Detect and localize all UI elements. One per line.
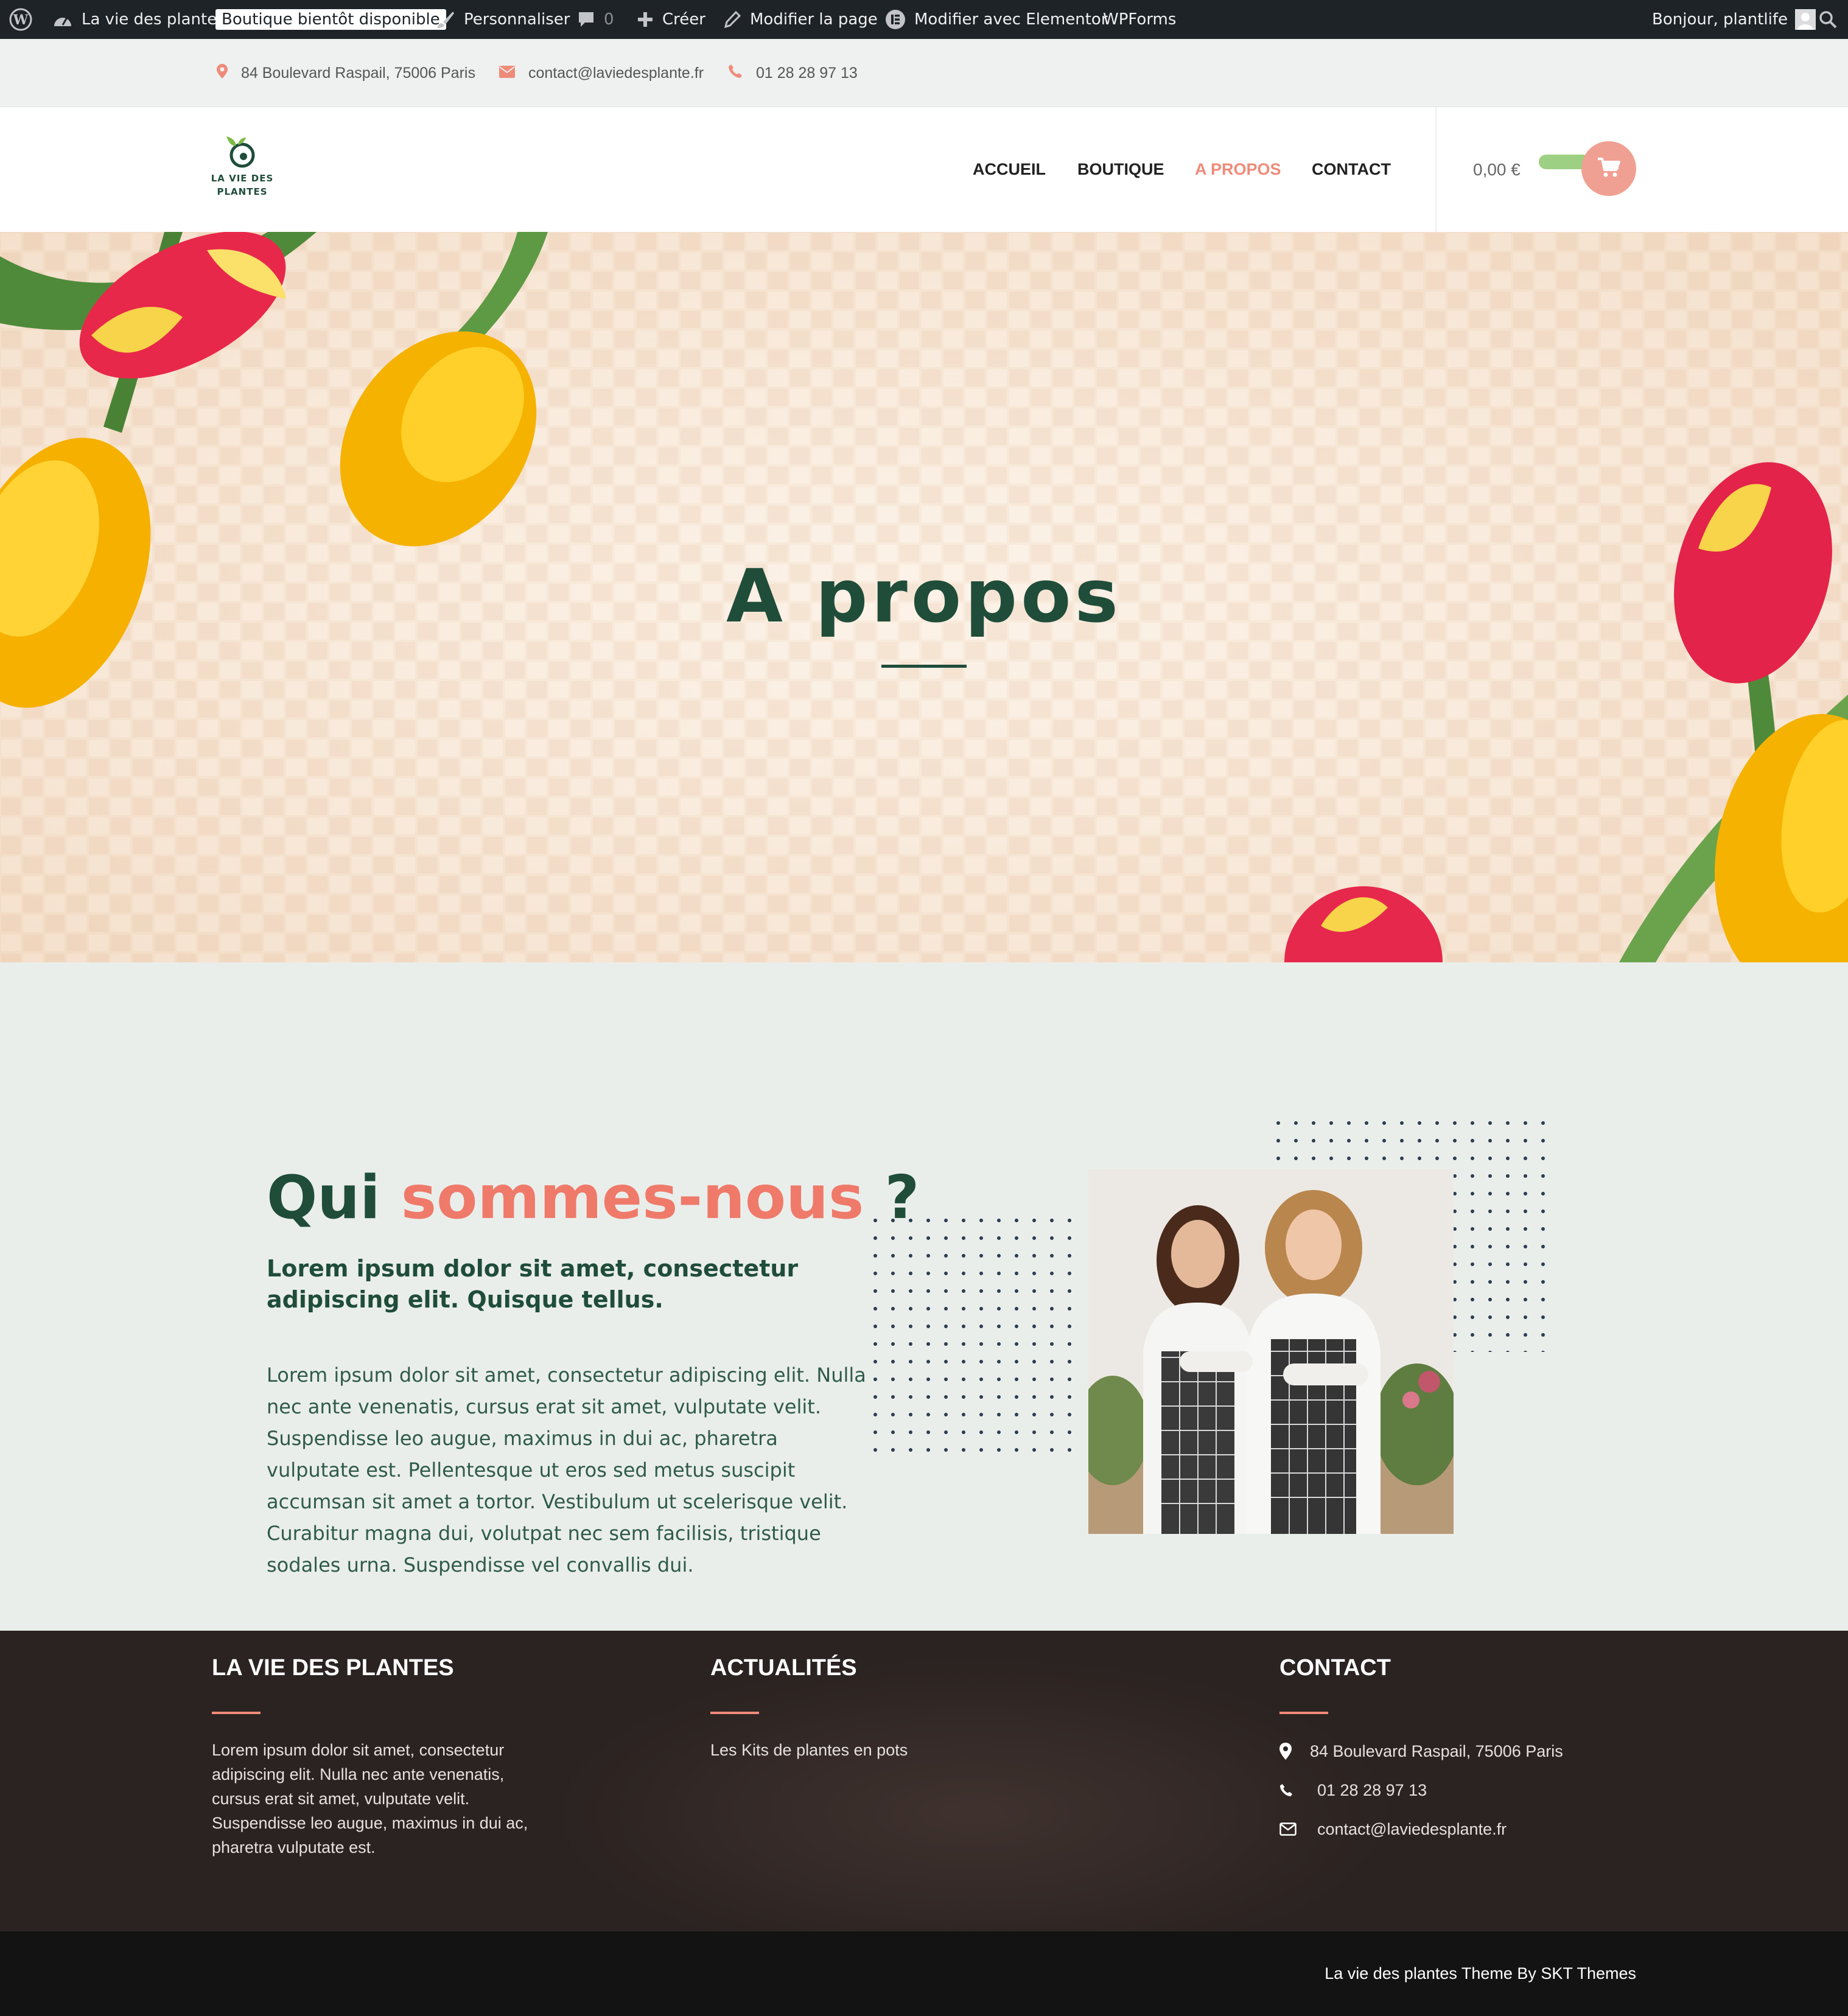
site-header: LA VIE DES PLANTES ACCUEIL BOUTIQUE A PR… [0, 107, 1848, 232]
map-pin-icon [1279, 1743, 1310, 1760]
logo-line-1: LA VIE DES [211, 173, 274, 184]
section-title: Qui sommes-nous ? [267, 1163, 920, 1233]
envelope-icon [499, 65, 528, 82]
phone-icon [728, 64, 756, 83]
footer-background-image [548, 1655, 1400, 1931]
topbar-address: 84 Boulevard Raspail, 75006 Paris [217, 39, 475, 107]
dashboard-icon [52, 10, 73, 29]
customize-link[interactable]: Personnaliser [436, 0, 570, 39]
edit-elementor-link[interactable]: Modifier avec Elementor [885, 0, 1108, 39]
footer-phone[interactable]: 01 28 28 97 13 [1279, 1778, 1427, 1802]
hero-banner: A propos [0, 232, 1848, 962]
footer-rule [1279, 1712, 1328, 1714]
topbar-phone[interactable]: 01 28 28 97 13 [728, 39, 858, 107]
footer-heading-about: LA VIE DES PLANTES [212, 1655, 454, 1681]
nav-item-contact[interactable]: CONTACT [1312, 107, 1391, 232]
footer-bottom-bar: La vie des plantes Theme By SKT Themes [0, 1931, 1848, 2016]
footer-email[interactable]: contact@laviedesplante.fr [1279, 1817, 1507, 1841]
leaf-logo-icon [226, 136, 255, 168]
avatar [1794, 9, 1816, 30]
comments-link[interactable]: 0 [577, 0, 614, 39]
comment-icon [577, 10, 595, 29]
footer-heading-news: ACTUALITÉS [710, 1655, 857, 1681]
edit-page-link[interactable]: Modifier la page [723, 0, 878, 39]
footer-rule [212, 1712, 261, 1714]
admin-bar-site[interactable]: La vie des plantes [52, 0, 225, 39]
footer-address: 84 Boulevard Raspail, 75006 Paris [1279, 1739, 1563, 1763]
pencil-icon [723, 10, 741, 29]
two-florists-image [1088, 1169, 1454, 1534]
site-logo[interactable]: LA VIE DES PLANTES [211, 134, 274, 201]
cart-total[interactable]: 0,00 € [1473, 107, 1521, 232]
topbar-email[interactable]: contact@laviedesplante.fr [499, 39, 704, 107]
top-contact-bar: 84 Boulevard Raspail, 75006 Paris contac… [0, 39, 1848, 107]
phone-icon [1279, 1783, 1317, 1797]
nav-item-accueil[interactable]: ACCUEIL [973, 107, 1046, 232]
site-name: La vie des plantes [82, 10, 225, 29]
search-icon[interactable] [1819, 0, 1837, 39]
envelope-icon [1279, 1822, 1317, 1836]
wpforms-link[interactable]: WPForms [1103, 0, 1176, 39]
logo-line-2: PLANTES [217, 186, 268, 197]
elementor-icon [885, 9, 906, 30]
page-title: A propos [726, 555, 1122, 639]
map-pin-icon [217, 63, 241, 83]
footer-about-text: Lorem ipsum dolor sit amet, consectetur … [212, 1741, 528, 1857]
wordpress-icon[interactable]: W [9, 0, 33, 39]
section-body: Lorem ipsum dolor sit amet, consectetur … [267, 1363, 866, 1577]
nav-item-boutique[interactable]: BOUTIQUE [1077, 107, 1164, 232]
admin-bar: W La vie des plantes Boutique bientôt di… [0, 0, 1848, 39]
team-photo [1088, 1169, 1454, 1534]
footer-rule [710, 1712, 759, 1714]
header-divider [1435, 107, 1437, 232]
about-section: Qui sommes-nous ? Lorem ipsum dolor sit … [0, 962, 1848, 1631]
plus-icon [637, 11, 654, 28]
nav-item-a-propos[interactable]: A PROPOS [1195, 107, 1281, 232]
brush-icon [436, 10, 455, 29]
new-content-link[interactable]: Créer [637, 0, 705, 39]
cart-button[interactable] [1581, 141, 1636, 196]
coming-soon-badge[interactable]: Boutique bientôt disponible [215, 0, 446, 39]
site-footer: LA VIE DES PLANTES Lorem ipsum dolor sit… [0, 1631, 1848, 1931]
footer-news-link[interactable]: Les Kits de plantes en pots [710, 1738, 908, 1762]
account-link[interactable]: Bonjour, plantlife [1652, 0, 1816, 39]
svg-text:W: W [13, 12, 29, 28]
footer-heading-contact: CONTACT [1279, 1655, 1391, 1681]
title-underline [881, 665, 967, 668]
section-lead: Lorem ipsum dolor sit amet, consectetur … [267, 1255, 799, 1313]
dot-pattern-left [867, 1212, 1080, 1455]
theme-credit[interactable]: La vie des plantes Theme By SKT Themes [1325, 1931, 1636, 2016]
cart-icon [1597, 156, 1621, 181]
